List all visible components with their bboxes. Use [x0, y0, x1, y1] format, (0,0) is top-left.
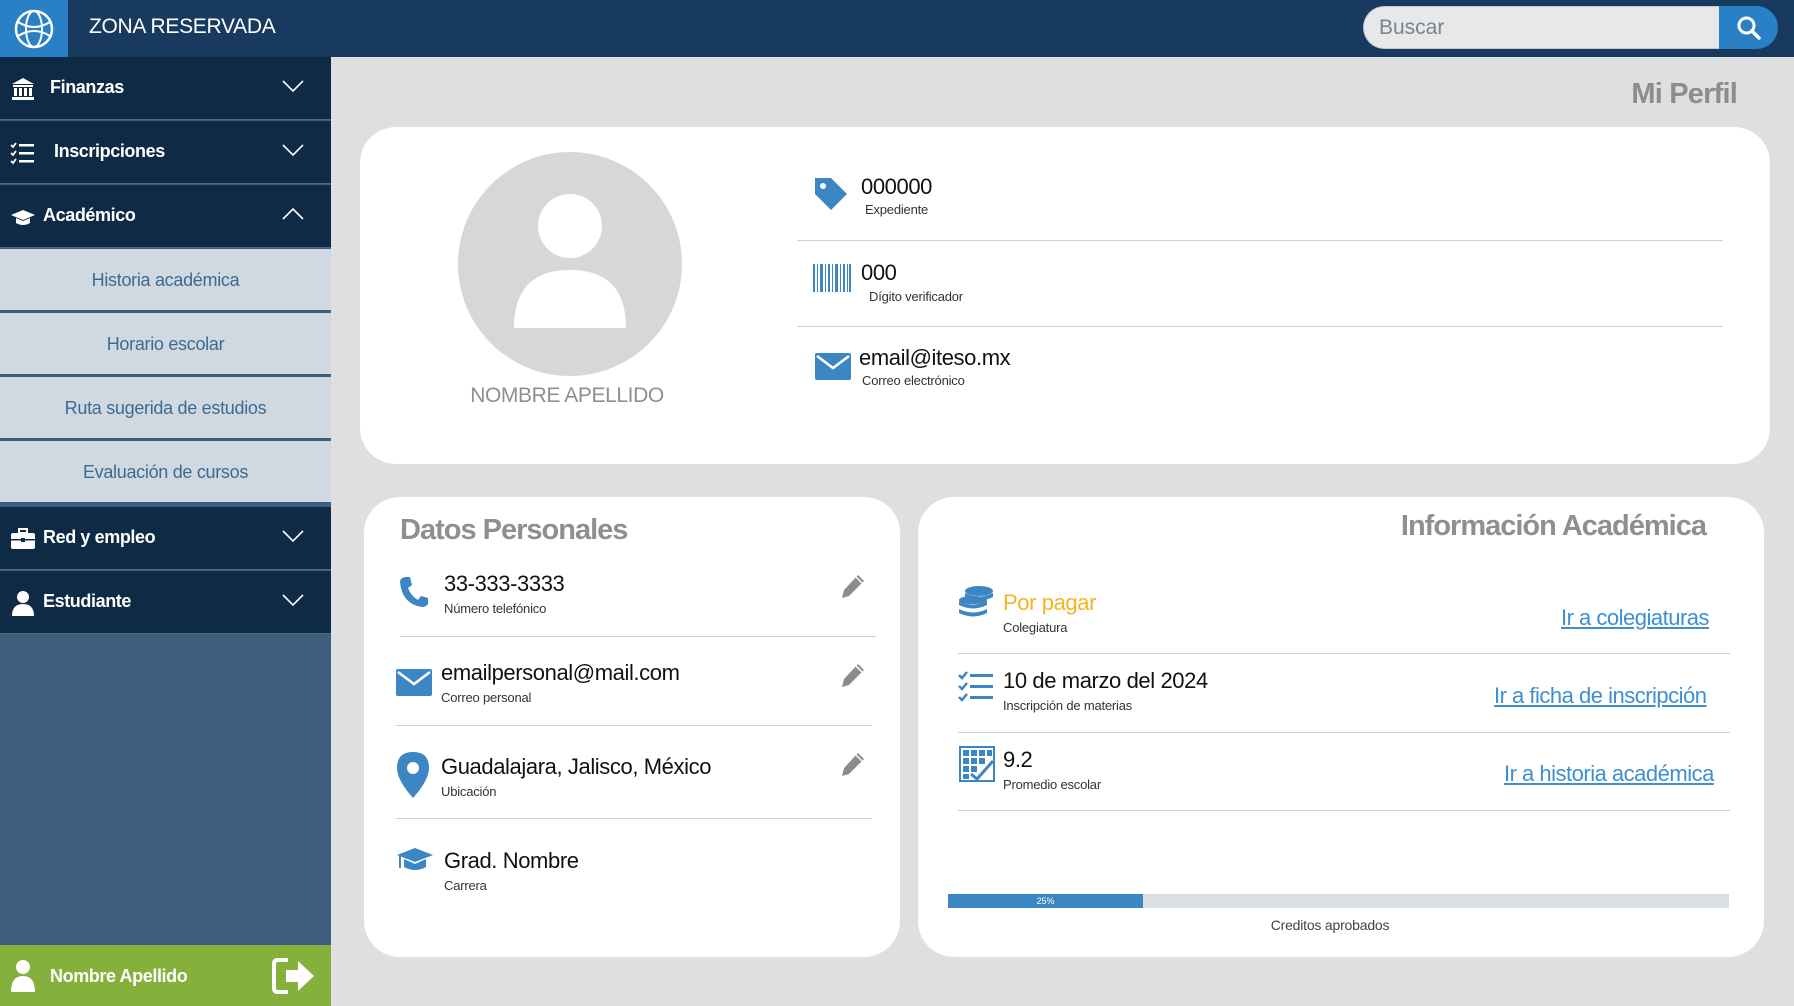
enrollment-date: 10 de marzo del 2024 — [1003, 668, 1208, 693]
search-icon — [1737, 16, 1761, 40]
tuition-label: Colegiatura — [1003, 620, 1068, 635]
expediente-label: Expediente — [865, 202, 929, 217]
map-pin-icon — [397, 752, 429, 798]
search-bar — [1363, 6, 1778, 49]
profile-name: NOMBRE APELLIDO — [470, 384, 664, 407]
location-value: Guadalajara, Jalisco, México — [441, 754, 712, 779]
sidebar-subitem-evaluacion[interactable]: Evaluación de cursos — [0, 441, 331, 504]
phone-value: 33-333-3333 — [444, 571, 565, 596]
sidebar-item-inscripciones[interactable]: Inscripciones — [0, 121, 331, 184]
career-value: Grad. Nombre — [444, 848, 579, 873]
barcode-icon — [813, 264, 851, 292]
top-bar: ZONA RESERVADA — [0, 0, 1794, 57]
chevron-down-icon — [282, 594, 304, 607]
briefcase-icon — [11, 528, 35, 549]
tag-icon — [815, 178, 847, 210]
sidebar-item-label: Inscripciones — [54, 141, 165, 161]
divider — [797, 240, 1723, 241]
credits-progress-label: Creditos aprobados — [1270, 917, 1390, 933]
sidebar-item-red-empleo[interactable]: Red y empleo — [0, 507, 331, 570]
career-label: Carrera — [444, 878, 487, 893]
divider — [958, 810, 1730, 811]
divider — [400, 636, 876, 637]
tuition-status: Por pagar — [1003, 590, 1097, 615]
chevron-down-icon — [282, 80, 304, 93]
enrollment-link[interactable]: Ir a ficha de inscripción — [1494, 683, 1707, 709]
edit-pencil-icon[interactable] — [840, 573, 866, 599]
checklist-icon — [958, 671, 993, 702]
graduation-cap-icon — [397, 848, 433, 870]
avatar — [458, 152, 682, 376]
gpa-label: Promedio escolar — [1003, 777, 1101, 792]
sidebar-item-finanzas[interactable]: Finanzas — [0, 57, 331, 120]
user-silhouette-icon — [514, 194, 626, 328]
academic-info-heading: Información Académica — [1400, 510, 1707, 542]
divider — [958, 732, 1730, 733]
personal-email-value: emailpersonal@mail.com — [441, 660, 680, 685]
divider — [797, 326, 1723, 327]
personal-data-heading: Datos Personales — [400, 514, 628, 546]
app-title: ZONA RESERVADA — [89, 15, 276, 38]
edit-pencil-icon[interactable] — [840, 751, 866, 777]
search-input[interactable] — [1363, 6, 1719, 49]
coins-icon — [959, 586, 993, 617]
checklist-icon — [10, 142, 34, 165]
chevron-up-icon — [282, 207, 304, 220]
user-icon — [11, 960, 35, 992]
chevron-down-icon — [282, 530, 304, 543]
divider — [396, 725, 872, 726]
sidebar-item-label: Red y empleo — [43, 527, 156, 547]
email-value: email@iteso.mx — [859, 345, 1011, 370]
graduation-cap-icon — [11, 210, 35, 225]
phone-icon — [400, 577, 428, 607]
enrollment-label: Inscripción de materias — [1003, 698, 1133, 713]
tuition-link[interactable]: Ir a colegiaturas — [1561, 605, 1710, 631]
edit-pencil-icon[interactable] — [840, 662, 866, 688]
user-icon — [12, 591, 34, 616]
digito-label: Dígito verificador — [869, 289, 963, 304]
logo[interactable] — [0, 0, 68, 57]
page-title: Mi Perfil — [1631, 78, 1737, 110]
email-label: Correo electrónico — [862, 373, 965, 388]
sidebar-subitem-horario[interactable]: Horario escolar — [0, 313, 331, 376]
gpa-value: 9.2 — [1003, 747, 1033, 772]
sidebar-item-label: Finanzas — [50, 77, 124, 97]
digito-value: 000 — [861, 260, 897, 285]
grid-check-icon — [959, 746, 995, 782]
sidebar-item-label: Estudiante — [43, 591, 132, 611]
chevron-down-icon — [282, 144, 304, 157]
sidebar-subitem-ruta[interactable]: Ruta sugerida de estudios — [0, 377, 331, 440]
user-name: Nombre Apellido — [50, 966, 188, 986]
divider — [396, 818, 872, 819]
bank-icon — [12, 78, 34, 100]
sidebar-subitem-historia[interactable]: Historia académica — [0, 249, 331, 312]
sidebar-item-estudiante[interactable]: Estudiante — [0, 571, 331, 634]
envelope-icon — [396, 669, 432, 696]
sidebar: Finanzas Inscripciones Académico Histori… — [0, 57, 331, 1006]
phone-label: Número telefónico — [444, 601, 547, 616]
sidebar-item-academico[interactable]: Académico — [0, 185, 331, 248]
user-bar: Nombre Apellido — [0, 945, 331, 1006]
location-label: Ubicación — [441, 784, 497, 799]
logout-icon[interactable] — [272, 958, 316, 994]
credits-progress-fill: 25% — [948, 894, 1143, 908]
search-button[interactable] — [1719, 6, 1778, 49]
expediente-value: 000000 — [861, 174, 933, 199]
divider — [958, 653, 1730, 654]
academic-info-card — [918, 497, 1764, 957]
personal-email-label: Correo personal — [441, 690, 532, 705]
globe-logo-icon — [14, 9, 54, 48]
academic-history-link[interactable]: Ir a historia académica — [1504, 761, 1714, 787]
sidebar-item-label: Académico — [43, 205, 136, 225]
envelope-icon — [815, 353, 851, 380]
